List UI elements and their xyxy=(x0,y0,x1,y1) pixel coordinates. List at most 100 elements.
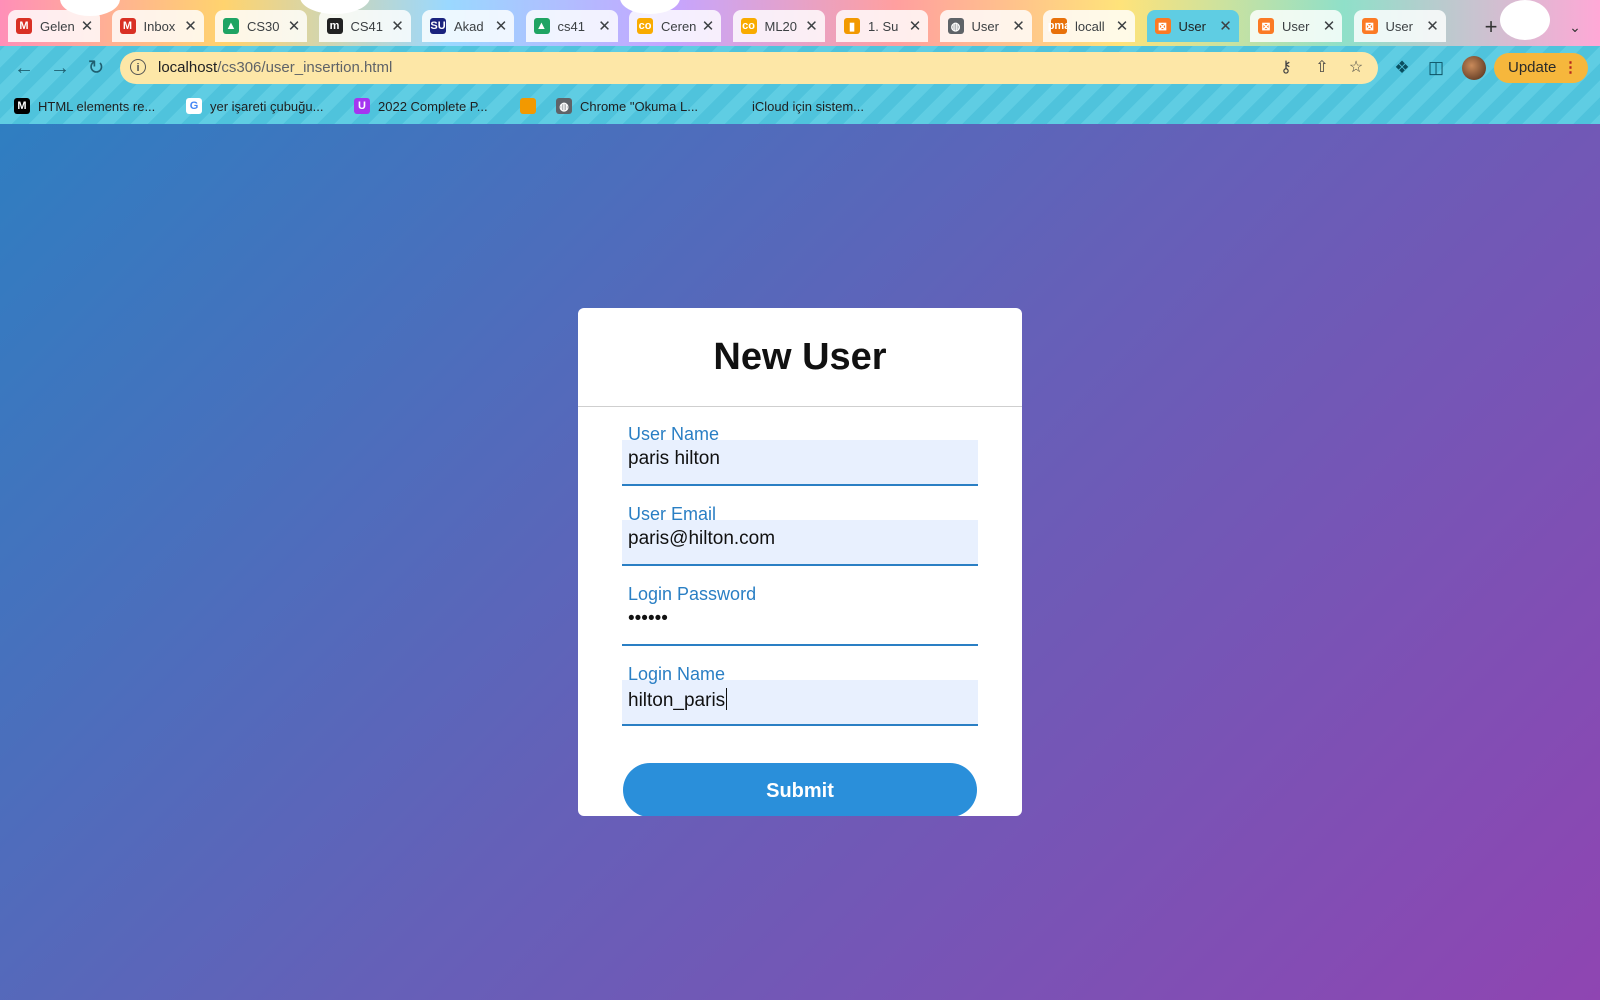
share-icon[interactable]: ⇧ xyxy=(1312,58,1332,78)
phpmyadmin-icon: pma xyxy=(1047,18,1071,34)
star-icon[interactable]: ☆ xyxy=(1346,58,1366,78)
extensions-icon[interactable]: ❖ xyxy=(1390,56,1414,80)
tab-title: Gelen xyxy=(40,18,75,34)
tab-0[interactable]: M Gelen ✕ xyxy=(8,10,100,42)
close-icon[interactable]: ✕ xyxy=(908,17,922,35)
address-bar[interactable]: i localhost/cs306/user_insertion.html ⚷ … xyxy=(120,52,1378,84)
user-name-input[interactable]: paris hilton xyxy=(622,440,978,486)
tab-title: Ceren xyxy=(661,18,697,34)
google-drive-icon: ▲ xyxy=(533,18,550,34)
login-name-field: hilton_paris Login Name xyxy=(622,664,978,728)
colab-icon: co xyxy=(637,18,653,34)
user-email-input[interactable]: paris@hilton.com xyxy=(622,520,978,566)
tab-6[interactable]: co Ceren ✕ xyxy=(629,10,721,42)
user-name-field: paris hilton User Name xyxy=(622,424,978,488)
tab-10[interactable]: pma locall ✕ xyxy=(1043,10,1135,42)
close-icon[interactable]: ✕ xyxy=(701,17,715,35)
tab-title: CS41 xyxy=(350,18,384,34)
login-password-input[interactable]: •••••• xyxy=(622,600,978,646)
close-icon[interactable]: ✕ xyxy=(494,17,508,35)
tab-search-button[interactable]: ⌄ xyxy=(1562,14,1588,40)
login-password-label: Login Password xyxy=(628,584,757,604)
login-name-value: hilton_paris xyxy=(628,690,726,711)
tab-13[interactable]: ⊠ User ✕ xyxy=(1353,10,1446,42)
tab-title: locall xyxy=(1075,18,1105,34)
navigation-bar: ← → ↻ i localhost/cs306/user_insertion.h… xyxy=(0,46,1600,90)
close-icon[interactable]: ✕ xyxy=(1322,17,1336,35)
tab-7[interactable]: co ML20 ✕ xyxy=(732,10,825,42)
bookmark-item[interactable]: Gyer işareti çubuğu... xyxy=(186,96,323,116)
tab-title: Akad xyxy=(454,18,484,34)
side-panel-icon[interactable]: ◫ xyxy=(1424,56,1448,80)
bookmark-item[interactable]: M HTML elements re... xyxy=(14,96,155,116)
close-icon[interactable]: ✕ xyxy=(805,17,819,35)
tab-12[interactable]: ⊠ User ✕ xyxy=(1250,10,1342,42)
back-arrow-icon[interactable]: ← xyxy=(12,56,36,80)
bookmark-label: yer işareti çubuğu... xyxy=(210,98,324,114)
tab-3[interactable]: m CS41 ✕ xyxy=(318,10,411,42)
globe-icon: ◍ xyxy=(556,98,572,114)
chart-icon: ▮ xyxy=(844,18,860,34)
tab-title: User xyxy=(1282,18,1310,34)
bookmark-item[interactable] xyxy=(520,96,544,116)
tab-5[interactable]: ▲ cs41 ✕ xyxy=(525,10,618,42)
tab-4[interactable]: SU Akad ✕ xyxy=(422,10,514,42)
new-user-card: New User paris hilton User Name paris@hi… xyxy=(578,308,1022,816)
bookmark-item[interactable]: iCloud için sistem... xyxy=(728,96,864,116)
close-icon[interactable]: ✕ xyxy=(184,17,198,35)
close-icon[interactable]: ✕ xyxy=(1426,17,1440,35)
submit-button[interactable]: Submit xyxy=(623,763,977,816)
tab-11[interactable]: ⊠ User ✕ xyxy=(1146,10,1239,42)
update-button[interactable]: Update ⋮ xyxy=(1494,53,1588,83)
close-icon[interactable]: ✕ xyxy=(1219,17,1233,35)
close-icon[interactable]: ✕ xyxy=(287,17,301,35)
globe-icon: ◍ xyxy=(947,18,964,34)
tab-title: User xyxy=(971,18,999,34)
new-tab-button[interactable]: + xyxy=(1478,14,1504,40)
tab-2[interactable]: ▲ CS30 ✕ xyxy=(215,10,307,42)
gmail-icon: M xyxy=(16,18,32,34)
login-password-field: •••••• Login Password xyxy=(622,584,978,648)
bookmark-item[interactable]: U 2022 Complete P... xyxy=(354,96,488,116)
tab-title: cs41 xyxy=(557,18,585,34)
medium-icon: m xyxy=(326,18,343,34)
close-icon[interactable]: ✕ xyxy=(1012,17,1026,35)
user-email-label: User Email xyxy=(628,504,717,524)
bookmarks-bar: M HTML elements re... Gyer işareti çubuğu.… xyxy=(0,90,1600,122)
google-icon: G xyxy=(186,98,202,114)
tab-title: ML20 xyxy=(764,18,798,34)
text-caret xyxy=(726,688,728,710)
login-name-input[interactable]: hilton_paris xyxy=(622,680,978,726)
reload-icon[interactable]: ↻ xyxy=(84,56,108,80)
gmail-icon: M xyxy=(119,18,136,34)
key-icon[interactable]: ⚷ xyxy=(1276,58,1296,78)
site-info-icon[interactable]: i xyxy=(130,59,146,75)
bookmark-item[interactable]: ◍ Chrome "Okuma L... xyxy=(556,96,698,116)
close-icon[interactable]: ✕ xyxy=(598,17,612,35)
close-icon[interactable]: ✕ xyxy=(80,17,94,35)
update-label: Update xyxy=(1508,59,1557,76)
url-text[interactable]: localhost/cs306/user_insertion.html xyxy=(158,59,392,76)
forward-arrow-icon[interactable]: → xyxy=(48,56,72,80)
close-icon[interactable]: ✕ xyxy=(391,17,405,35)
browser-chrome: M Gelen ✕ M Inbox ✕ ▲ CS30 ✕ m CS41 ✕ SU Akad ✕ ▲ cs41 ✕ c… xyxy=(0,0,1600,125)
tab-title: User xyxy=(1178,18,1206,34)
xampp-icon: ⊠ xyxy=(1258,18,1274,34)
su-logo-icon: SU xyxy=(430,18,446,34)
bookmark-folder-icon xyxy=(520,98,536,114)
tab-title: CS30 xyxy=(247,18,280,34)
tab-8[interactable]: ▮ 1. Su ✕ xyxy=(836,10,928,42)
bookmark-label: iCloud için sistem... xyxy=(752,98,864,114)
tab-9[interactable]: ◍ User ✕ xyxy=(939,10,1032,42)
user-name-label: User Name xyxy=(628,424,720,444)
udemy-icon: U xyxy=(354,98,370,114)
tab-strip: M Gelen ✕ M Inbox ✕ ▲ CS30 ✕ m CS41 ✕ SU Akad ✕ ▲ cs41 ✕ c… xyxy=(0,0,1600,46)
close-icon[interactable]: ✕ xyxy=(1115,17,1129,35)
avatar[interactable] xyxy=(1462,56,1486,80)
tab-1[interactable]: M Inbox ✕ xyxy=(111,10,204,42)
tab-title: User xyxy=(1385,18,1413,34)
more-menu-icon: ⋮ xyxy=(1563,59,1578,76)
tab-title: Inbox xyxy=(143,18,176,34)
bookmark-label: HTML elements re... xyxy=(38,98,156,114)
user-email-field: paris@hilton.com User Email xyxy=(622,504,978,568)
